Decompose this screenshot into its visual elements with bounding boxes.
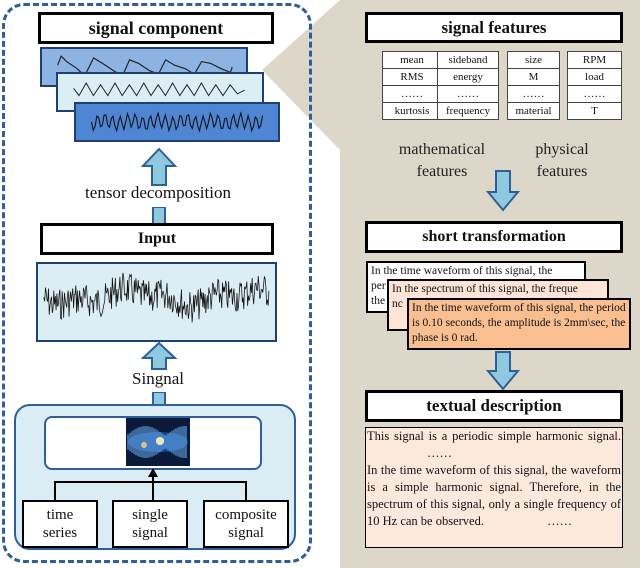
source-connector-lines [54, 468, 247, 504]
arrow-up-icon [141, 342, 177, 370]
source-composite-signal: composite signal [203, 500, 289, 548]
signal-label: Singnal [132, 369, 184, 388]
input-signal-plot [36, 262, 277, 342]
short-transformation-title: short transformation [365, 221, 623, 253]
physical-features-caption: physical features [535, 141, 589, 180]
feature-table-math-2: sideband energy …… frequency [437, 51, 499, 120]
textual-description-title: textual description [365, 390, 623, 422]
arrow-up-icon [141, 148, 177, 186]
feature-table-math-1: mean RMS …… kurtosis [382, 51, 442, 120]
source-single-signal: single signal [112, 500, 188, 548]
description-sentence-1: This signal is a periodic simple harmoni… [367, 429, 621, 443]
description-ellipsis-2: …… [547, 514, 573, 528]
signal-image [126, 418, 190, 466]
source-time-series: time series [22, 500, 98, 548]
description-sentence-2: In the time waveform of this signal, the… [367, 463, 621, 528]
tensor-decomposition-label: tensor decomposition [85, 183, 231, 202]
transformation-card-3: In the time waveform of this signal, the… [407, 298, 631, 350]
signal-component-title: signal component [38, 12, 274, 44]
arrow-down-icon [486, 351, 520, 391]
description-ellipsis-1: …… [427, 446, 452, 460]
feature-table-phys-2: RPM load …… T [567, 51, 622, 120]
arrow-down-icon [486, 170, 520, 212]
signal-features-title: signal features [365, 12, 623, 43]
input-title: Input [40, 223, 274, 255]
feature-table-phys-1: size M …… material [507, 51, 560, 120]
mathematical-features-caption: mathematical features [398, 141, 486, 180]
component-wave-3 [74, 102, 280, 142]
textual-description-box: This signal is a periodic simple harmoni… [365, 427, 623, 548]
